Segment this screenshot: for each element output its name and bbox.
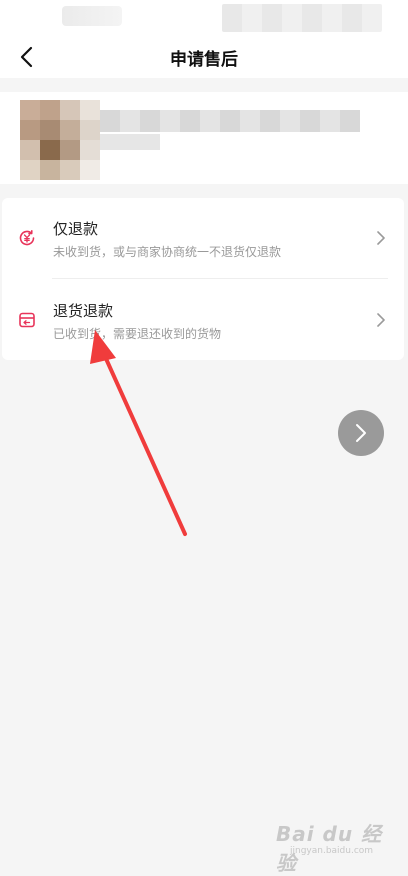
nav-bar: 申请售后 [0, 36, 408, 78]
refund-coin-icon [19, 229, 35, 246]
option-return-and-refund[interactable]: 退货退款 已收到货，需要退还收到的货物 [2, 280, 404, 360]
status-bar-blurred-left [62, 6, 122, 26]
option-title: 退货退款 [53, 302, 114, 320]
option-refund-only[interactable]: 仅退款 未收到货，或与商家协商统一不退货仅退款 [2, 198, 404, 279]
watermark: Bai du 经验 jingyan.baidu.com [276, 818, 386, 875]
after-sale-options: 仅退款 未收到货，或与商家协商统一不退货仅退款 退货退款 已收到货，需要退还收到… [2, 198, 404, 360]
product-title-blurred [100, 110, 360, 132]
chevron-right-icon [356, 424, 366, 442]
option-description: 未收到货，或与商家协商统一不退货仅退款 [53, 245, 282, 259]
option-description: 已收到货，需要退还收到的货物 [53, 327, 222, 341]
status-bar [0, 0, 408, 36]
page-title: 申请售后 [170, 50, 238, 70]
option-title: 仅退款 [53, 220, 99, 238]
product-subtitle-blurred [100, 134, 160, 150]
return-box-icon [19, 312, 35, 328]
product-card[interactable] [0, 92, 408, 184]
floating-next-button[interactable] [338, 410, 384, 456]
status-bar-blurred-right [222, 4, 382, 32]
watermark-url: jingyan.baidu.com [290, 846, 374, 856]
chevron-right-icon [377, 313, 385, 327]
product-thumbnail [20, 100, 100, 180]
chevron-right-icon [377, 231, 385, 245]
divider [52, 278, 388, 279]
